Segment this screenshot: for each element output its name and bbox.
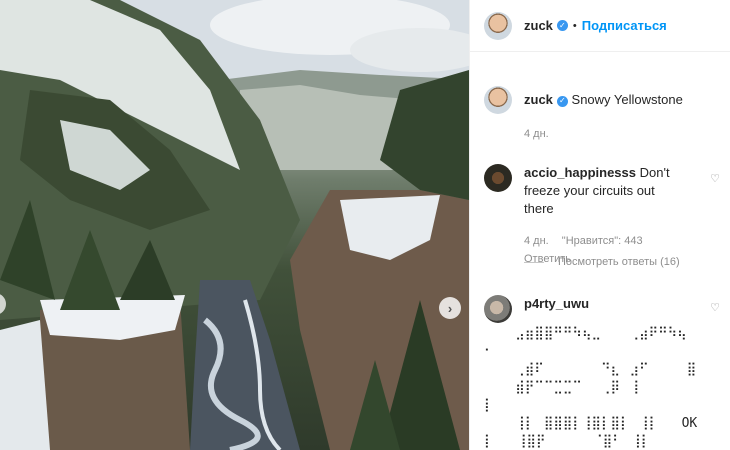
replies-divider [524, 261, 544, 263]
verified-badge-icon: ✓ [556, 20, 568, 31]
next-photo-button[interactable]: › [439, 297, 461, 319]
commenter-avatar[interactable] [484, 164, 512, 192]
comment-time[interactable]: 4 дн. [524, 235, 549, 247]
comment-ascii-art: ⣠⣶⣿⣿⠛⠛⠳⢦⣀⠀⠀⠀⢀⣴⠟⠛⠳⢦ ⠂ ⢀⣾⠏⠀⠀⠀⠀⠀⠀⠙⣆⠀⣰⠋⠀⠀⠀⠀⣿… [484, 326, 698, 449]
verified-badge-icon: ✓ [556, 95, 568, 107]
post-header: zuck ✓ • Подписаться [470, 0, 730, 52]
comment-likes[interactable]: "Нравится": 443 [562, 235, 643, 247]
like-comment-heart-icon[interactable]: ♡ [710, 301, 720, 314]
comment-username[interactable]: p4rty_uwu [524, 296, 589, 311]
view-replies-button[interactable]: Посмотреть ответы (16) [524, 256, 680, 268]
caption-username[interactable]: zuck [524, 92, 553, 107]
caption-time[interactable]: 4 дн. [524, 128, 549, 140]
comment-username[interactable]: accio_happinesss [524, 165, 636, 180]
follow-button[interactable]: Подписаться [582, 18, 667, 33]
author-username[interactable]: zuck [524, 18, 553, 33]
comment-item: accio_happinesss Don't freeze your circu… [484, 164, 724, 268]
caption-text: Snowy Yellowstone [571, 92, 683, 107]
separator-dot: • [572, 19, 577, 32]
caption-avatar[interactable] [484, 86, 512, 114]
instagram-post-view: › zuck ✓ • Подписаться zuck ✓ Snowy Yello… [0, 0, 730, 450]
view-replies-label: Посмотреть ответы (16) [558, 256, 680, 268]
author-avatar[interactable] [484, 11, 512, 40]
commenter-avatar[interactable] [484, 295, 512, 323]
like-comment-heart-icon[interactable]: ♡ [710, 172, 720, 185]
comment-item: p4rty_uwu ⣠⣶⣿⣿⠛⠛⠳⢦⣀⠀⠀⠀⢀⣴⠟⠛⠳⢦ ⠂ ⢀⣾⠏⠀⠀⠀⠀⠀⠀… [484, 295, 724, 450]
post-side-panel: zuck ✓ • Подписаться zuck ✓ Snowy Yellows… [469, 0, 730, 450]
yellowstone-canyon-image [0, 0, 469, 450]
post-photo[interactable]: › [0, 0, 469, 450]
post-caption: zuck ✓ Snowy Yellowstone 4 дн. [484, 86, 724, 143]
chevron-right-icon: › [447, 300, 453, 316]
